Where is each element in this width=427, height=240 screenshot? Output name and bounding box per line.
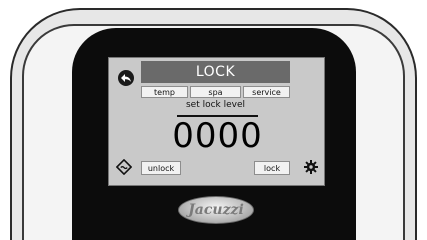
tab-spa[interactable]: spa (190, 86, 241, 98)
unlock-button[interactable]: unlock (141, 161, 181, 175)
back-arrow-icon (121, 74, 131, 82)
lock-code-display[interactable]: 0000 (172, 115, 262, 155)
tab-service[interactable]: service (243, 86, 290, 98)
lcd-screen: LOCK temp spa service set lock level 000… (108, 57, 325, 186)
lock-button[interactable]: lock (254, 161, 290, 175)
tab-temp[interactable]: temp (141, 86, 188, 98)
jacuzzi-logo: Jacuzzi (178, 196, 254, 224)
gear-icon[interactable] (304, 160, 318, 174)
wave-mode-icon[interactable] (116, 159, 132, 175)
page-title: LOCK (141, 61, 290, 83)
back-button[interactable] (118, 70, 134, 86)
lock-level-label: set lock level (185, 100, 246, 110)
